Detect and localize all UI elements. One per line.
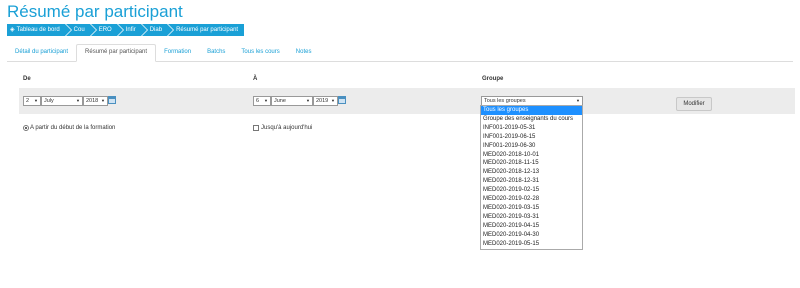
from-start-radio[interactable]: A partir du début de la formation [23, 125, 115, 131]
group-option[interactable]: MED020-2019-04-30 [481, 231, 582, 240]
checkbox-icon [253, 125, 259, 131]
breadcrumb-item-dashboard[interactable]: ◈ Tableau de bord [7, 24, 72, 36]
chevron-down-icon: ▼ [264, 98, 268, 103]
breadcrumb: ◈ Tableau de bord Cou ERO Infir Diab Résu… [7, 24, 245, 36]
tab-detail-participant[interactable]: Détail du participant [7, 44, 76, 61]
from-label: De [23, 76, 31, 82]
tab-batchs[interactable]: Batchs [199, 44, 233, 61]
group-option[interactable]: INF001-2019-05-31 [481, 124, 582, 133]
group-option[interactable]: Groupe des enseignants du cours [481, 115, 582, 124]
to-label: À [253, 76, 258, 82]
group-option[interactable]: MED020-2018-12-13 [481, 168, 582, 177]
tab-notes[interactable]: Notes [288, 44, 320, 61]
until-today-checkbox[interactable]: Jusqu'à aujourd'hui [253, 125, 312, 131]
from-month-select[interactable]: July ▼ [41, 96, 83, 106]
group-option[interactable]: MED020-2018-11-15 [481, 159, 582, 168]
radio-selected-icon [23, 125, 29, 131]
chevron-down-icon: ▼ [34, 98, 38, 103]
chevron-down-icon: ▼ [101, 98, 105, 103]
chevron-down-icon: ▼ [331, 98, 335, 103]
group-option[interactable]: INF001-2019-06-15 [481, 133, 582, 142]
tab-resume-participant[interactable]: Résumé par participant [76, 44, 157, 62]
breadcrumb-item-current: Résumé par participant [168, 24, 245, 36]
from-year-select[interactable]: 2018 ▼ [83, 96, 108, 106]
chevron-down-icon: ▼ [576, 98, 580, 103]
chevron-down-icon: ▼ [306, 98, 310, 103]
to-day-select[interactable]: 6 ▼ [253, 96, 271, 106]
dashboard-icon: ◈ [10, 27, 15, 33]
group-dropdown-list: Tous les groupes Groupe des enseignants … [480, 105, 583, 250]
group-option[interactable]: MED020-2018-10-01 [481, 151, 582, 160]
from-day-select[interactable]: 2 ▼ [23, 96, 41, 106]
chevron-down-icon: ▼ [76, 98, 80, 103]
group-option[interactable]: INF001-2019-06-30 [481, 142, 582, 151]
to-year-select[interactable]: 2019 ▼ [313, 96, 338, 106]
group-option[interactable]: Tous les groupes [481, 106, 582, 115]
group-option[interactable]: MED020-2018-12-31 [481, 177, 582, 186]
calendar-icon[interactable] [108, 96, 116, 104]
group-option[interactable]: MED020-2019-02-15 [481, 186, 582, 195]
modifier-button[interactable]: Modifier [676, 97, 712, 111]
to-month-select[interactable]: June ▼ [271, 96, 313, 106]
group-option[interactable]: MED020-2019-05-15 [481, 240, 582, 249]
group-option[interactable]: MED020-2019-03-31 [481, 213, 582, 222]
group-option[interactable]: MED020-2019-04-15 [481, 222, 582, 231]
group-option[interactable]: MED020-2019-03-15 [481, 204, 582, 213]
tab-tous-les-cours[interactable]: Tous les cours [233, 44, 287, 61]
tab-formation[interactable]: Formation [156, 44, 199, 61]
group-option[interactable]: MED020-2019-02-28 [481, 195, 582, 204]
group-label: Groupe [482, 76, 504, 82]
calendar-icon[interactable] [338, 96, 346, 104]
page-title: Résumé par participant [7, 2, 183, 21]
tab-bar: Détail du participant Résumé par partici… [7, 44, 793, 62]
